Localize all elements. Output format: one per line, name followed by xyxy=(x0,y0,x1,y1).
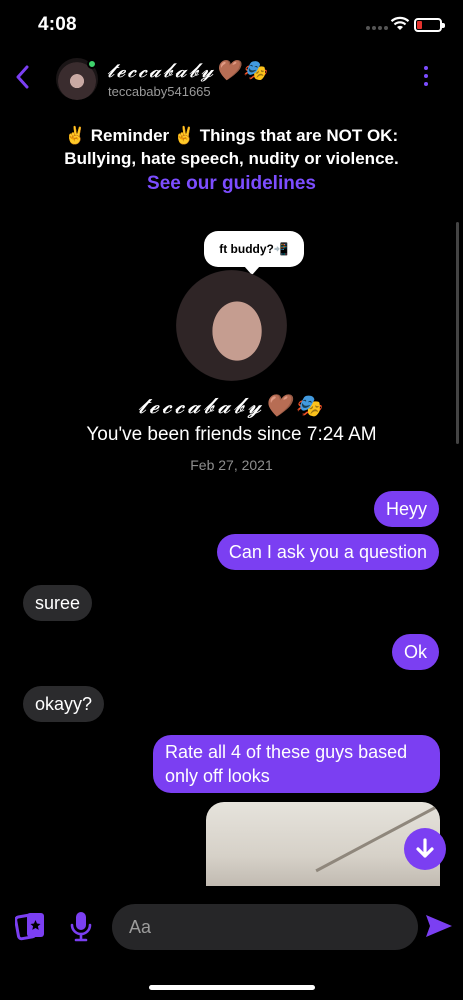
send-icon[interactable] xyxy=(424,912,454,940)
status-time: 4:08 xyxy=(38,14,77,35)
friends-since-text: You've been friends since 7:24 AM xyxy=(86,424,377,445)
message-input[interactable] xyxy=(112,904,418,950)
date-separator: Feb 27, 2021 xyxy=(190,457,273,473)
more-vertical-icon xyxy=(424,66,428,70)
message-bubble-outgoing[interactable]: Can I ask you a question xyxy=(216,534,439,570)
profile-note[interactable]: ft buddy?📲 xyxy=(204,231,304,275)
online-status-dot xyxy=(87,59,97,69)
guidelines-link[interactable]: See our guidelines xyxy=(0,173,463,195)
contact-name[interactable]: 𝓽𝓮𝓬𝓬𝓪𝓫𝓪𝓫𝔂🤎🎭 xyxy=(107,58,269,82)
safety-reminder: ✌️ Reminder ✌️ Things that are NOT OK: B… xyxy=(0,124,463,170)
message-composer xyxy=(0,886,463,1000)
reminder-line-2: Bullying, hate speech, nudity or violenc… xyxy=(64,149,399,168)
scroll-to-bottom-button[interactable] xyxy=(404,828,446,870)
arrow-down-icon xyxy=(416,838,434,858)
wifi-icon xyxy=(390,16,410,30)
microphone-icon[interactable] xyxy=(70,911,92,943)
contact-username: teccababy541665 xyxy=(108,84,211,99)
back-button[interactable] xyxy=(10,62,34,92)
home-indicator xyxy=(149,985,315,990)
message-bubble-outgoing[interactable]: Rate all 4 of these guys based only off … xyxy=(153,735,440,793)
message-bubble-outgoing[interactable]: Heyy xyxy=(373,491,439,527)
reminder-line-1: ✌️ Reminder ✌️ Things that are NOT OK: xyxy=(64,126,399,145)
signal-icon xyxy=(366,26,388,30)
profile-name: 𝓽𝓮𝓬𝓬𝓪𝓫𝓪𝓫𝔂🤎🎭 xyxy=(137,394,326,419)
message-bubble-incoming[interactable]: okayy? xyxy=(23,686,105,722)
message-bubble-incoming[interactable]: suree xyxy=(23,585,93,621)
camera-roll-icon[interactable] xyxy=(15,911,47,941)
more-options-button[interactable] xyxy=(424,66,428,86)
message-bubble-outgoing[interactable]: Ok xyxy=(391,634,439,670)
chevron-left-icon xyxy=(16,65,29,89)
battery-icon xyxy=(414,18,445,32)
profile-avatar[interactable] xyxy=(176,270,287,381)
chat-header: 𝓽𝓮𝓬𝓬𝓪𝓫𝓪𝓫𝔂🤎🎭 teccababy541665 xyxy=(0,50,463,110)
status-bar: 4:08 xyxy=(0,0,463,50)
